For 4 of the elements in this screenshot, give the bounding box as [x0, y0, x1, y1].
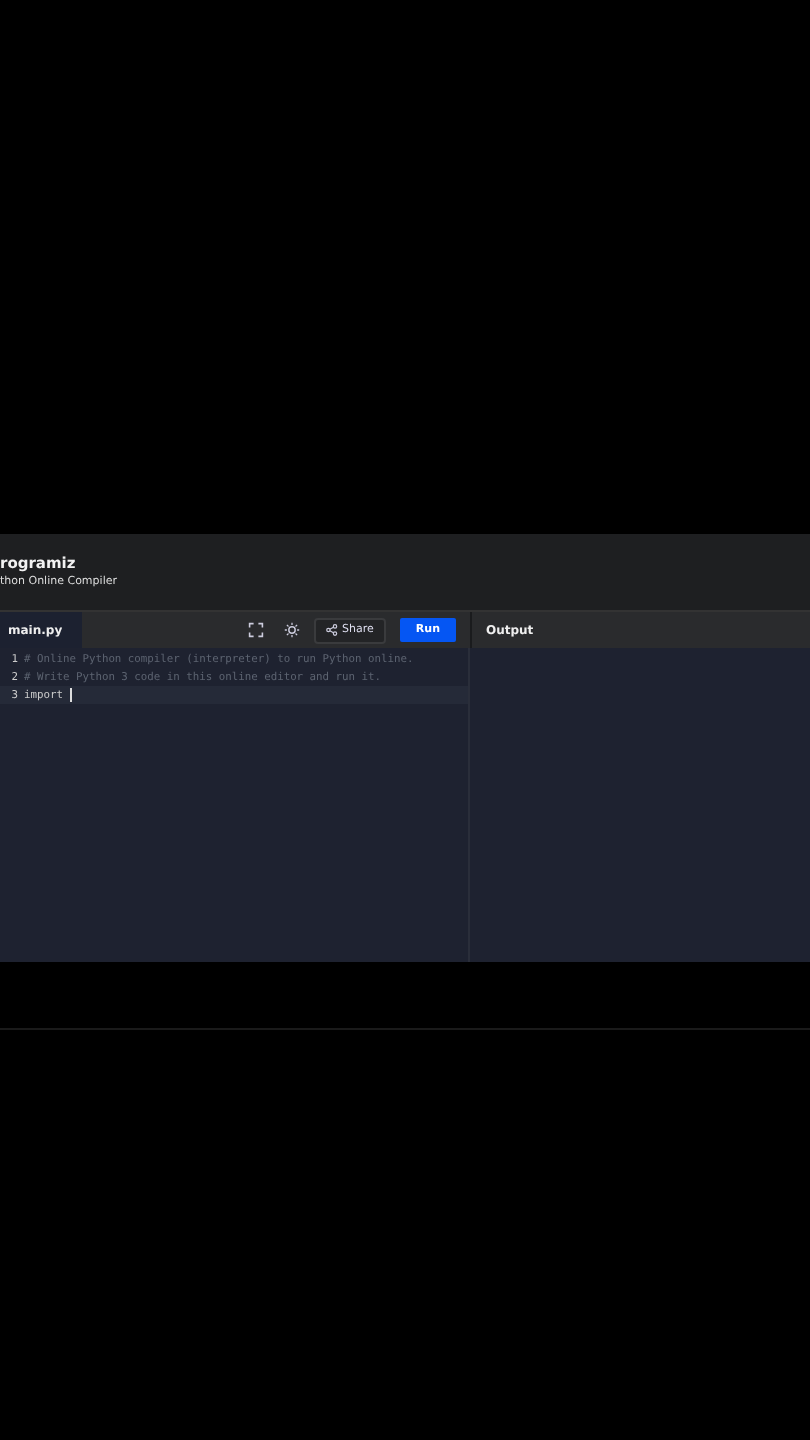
- fullscreen-icon[interactable]: [248, 622, 265, 638]
- share-icon: [326, 624, 339, 636]
- sun-icon[interactable]: [284, 622, 301, 638]
- text-caret: [69, 688, 71, 702]
